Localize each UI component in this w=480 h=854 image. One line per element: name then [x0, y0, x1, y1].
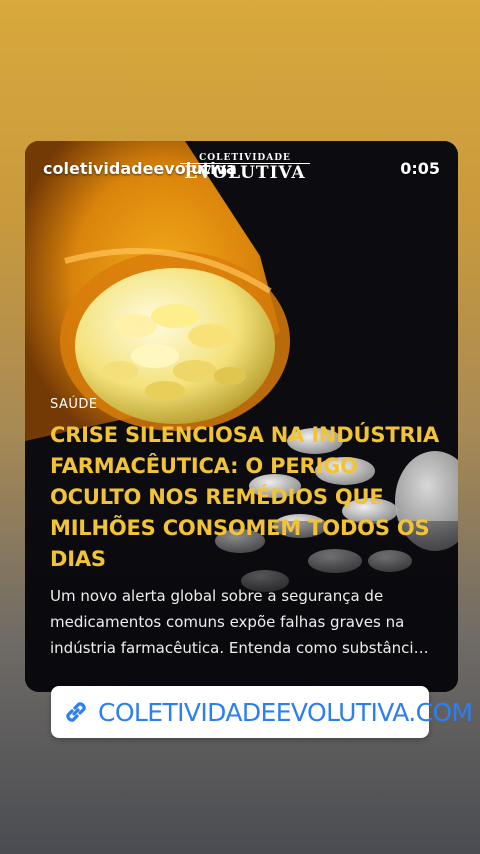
link-sticker[interactable]: COLETIVIDADEEVOLUTIVA.COM [51, 686, 473, 738]
brand-logo: COLETIVIDADE EVOLUTIVA [180, 153, 310, 183]
link-icon [61, 697, 91, 727]
link-url-text[interactable]: COLETIVIDADEEVOLUTIVA.COM [98, 698, 473, 727]
logo-big-text: EVOLUTIVA [184, 163, 306, 183]
article-headline: CRISE SILENCIOSA NA INDÚSTRIA FARMACÊUTI… [50, 423, 440, 571]
article-category: SAÚDE [50, 397, 98, 412]
article-summary: Um novo alerta global sobre a segurança … [50, 587, 431, 657]
story-timer: 0:05 [400, 159, 440, 178]
story-card[interactable]: coletividadeevolutiva COLETIVIDADE EVOLU… [25, 141, 458, 692]
